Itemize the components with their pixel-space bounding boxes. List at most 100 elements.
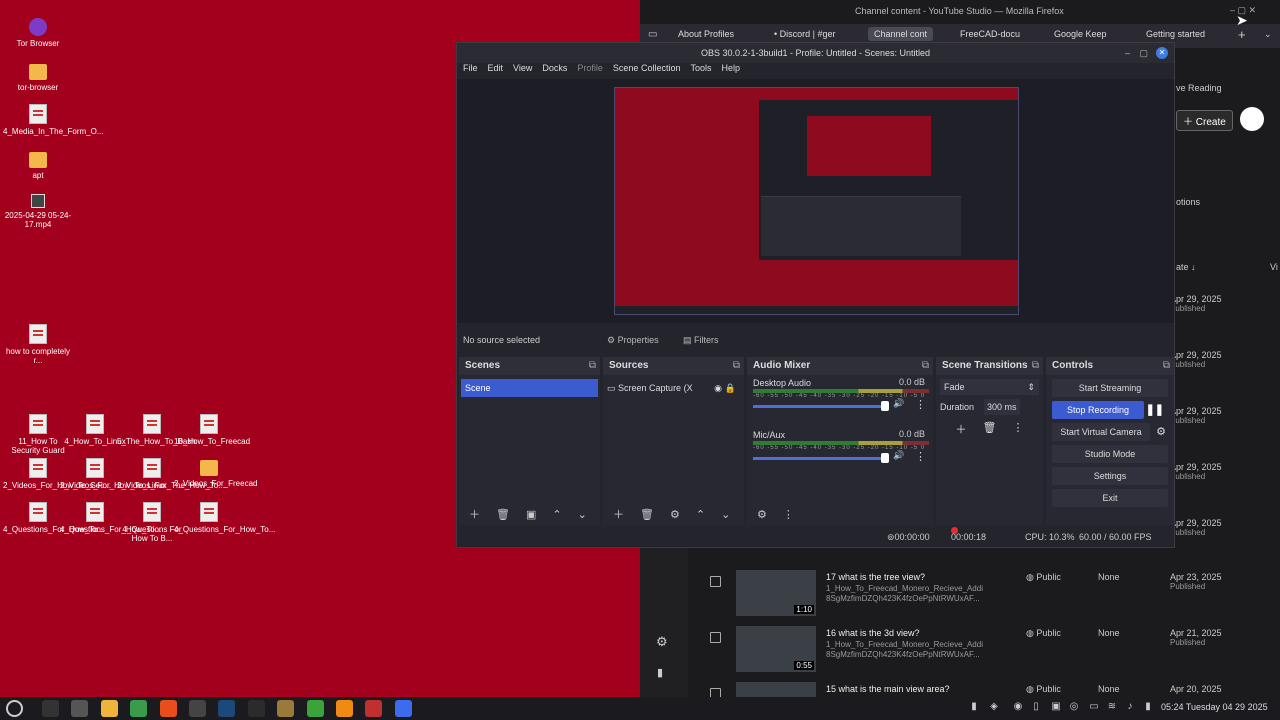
desktop-icon[interactable]: tor-browser bbox=[3, 62, 73, 92]
row-checkbox[interactable] bbox=[710, 632, 721, 643]
volume-slider[interactable] bbox=[753, 405, 887, 408]
scene-filters-icon[interactable]: ▣ bbox=[526, 508, 536, 521]
taskbar-brave-icon[interactable] bbox=[159, 700, 177, 717]
volume-slider[interactable] bbox=[753, 457, 887, 460]
sort-date-label[interactable]: ate ↓ bbox=[1176, 262, 1196, 272]
move-down-icon[interactable]: ⌄ bbox=[578, 508, 587, 521]
channel-menu-icon[interactable]: ⋮ bbox=[915, 398, 926, 411]
move-down-icon[interactable]: ⌄ bbox=[721, 508, 730, 521]
video-title[interactable]: 17 what is the tree view? bbox=[826, 572, 925, 582]
video-visibility[interactable]: ◍ Public bbox=[1026, 572, 1061, 583]
studio-avatar-icon[interactable] bbox=[1240, 107, 1264, 131]
desktop-icon[interactable]: 4_Media_In_The_Form_O... bbox=[3, 104, 104, 136]
tray-trash-icon[interactable]: ▮ bbox=[968, 701, 980, 713]
tab-list-icon[interactable]: ▭ bbox=[648, 29, 657, 40]
taskbar-clock[interactable]: 05:24 Tuesday 04 29 2025 bbox=[1161, 702, 1268, 712]
tab-google-keep[interactable]: Google Keep bbox=[1054, 29, 1107, 39]
volume-slider-knob[interactable] bbox=[881, 401, 889, 411]
dock-popout-icon[interactable]: ⧉ bbox=[922, 357, 929, 375]
video-visibility[interactable]: ◍ Public bbox=[1026, 628, 1061, 639]
dock-popout-icon[interactable]: ⧉ bbox=[1163, 357, 1170, 375]
tray-obs-icon[interactable]: ◉ bbox=[1012, 701, 1024, 713]
remove-transition-icon[interactable]: 🗑 bbox=[983, 421, 997, 437]
taskbar-terminal-icon[interactable] bbox=[42, 700, 59, 717]
source-properties-icon[interactable]: ⚙ bbox=[670, 508, 680, 521]
dock-popout-icon[interactable]: ⧉ bbox=[589, 357, 596, 375]
settings-gear-icon[interactable]: ⚙ bbox=[656, 634, 668, 650]
taskbar-obs-icon[interactable] bbox=[189, 700, 206, 717]
tab-dropdown-icon[interactable]: ⌄ bbox=[1264, 29, 1272, 40]
lock-icon[interactable]: 🔒 bbox=[725, 379, 736, 397]
channel-menu-icon[interactable]: ⋮ bbox=[915, 450, 926, 463]
video-visibility[interactable]: ◍ Public bbox=[1026, 684, 1061, 695]
tray-window-icon[interactable]: ▣ bbox=[1050, 701, 1062, 713]
tray-steam-icon[interactable]: ◎ bbox=[1068, 701, 1080, 713]
stop-recording-button[interactable]: Stop Recording bbox=[1052, 401, 1144, 419]
menu-tools[interactable]: Tools bbox=[690, 63, 711, 79]
speaker-icon[interactable]: 🔊 bbox=[893, 450, 904, 461]
remove-scene-icon[interactable]: 🗑 bbox=[496, 508, 510, 521]
dock-popout-icon[interactable]: ⧉ bbox=[1032, 357, 1039, 375]
dock-popout-icon[interactable]: ⧉ bbox=[733, 357, 740, 375]
studio-mode-button[interactable]: Studio Mode bbox=[1052, 445, 1168, 463]
tray-battery-icon[interactable]: ▮ bbox=[1142, 701, 1154, 713]
scene-item[interactable]: Scene bbox=[461, 379, 598, 397]
add-scene-icon[interactable]: ＋ bbox=[469, 506, 480, 522]
advanced-audio-icon[interactable]: ⚙ bbox=[757, 508, 767, 521]
desktop-icon[interactable]: 4_Questions_For_How_To... bbox=[174, 502, 275, 534]
tab-channel-content[interactable]: Channel cont bbox=[868, 27, 934, 41]
speaker-icon[interactable]: 🔊 bbox=[893, 398, 904, 409]
menu-scene-collection[interactable]: Scene Collection bbox=[613, 63, 681, 79]
feedback-icon[interactable]: ▮ bbox=[657, 666, 663, 679]
row-checkbox[interactable] bbox=[710, 576, 721, 587]
menu-view[interactable]: View bbox=[513, 63, 532, 79]
start-menu-icon[interactable] bbox=[6, 700, 23, 717]
menu-help[interactable]: Help bbox=[721, 63, 740, 79]
video-row[interactable]: 0:55 16 what is the 3d view? 1_How_To_Free… bbox=[688, 626, 1280, 688]
virtual-camera-button[interactable]: Start Virtual Camera bbox=[1052, 423, 1150, 441]
exit-button[interactable]: Exit bbox=[1052, 489, 1168, 507]
transition-select[interactable]: Fade ⇕ bbox=[940, 379, 1039, 395]
create-button[interactable]: ＋ Create bbox=[1176, 110, 1233, 131]
duration-input[interactable]: 300 ms bbox=[984, 399, 1020, 415]
desktop-icon[interactable]: 10_How_To_Freecad bbox=[174, 414, 250, 446]
start-streaming-button[interactable]: Start Streaming bbox=[1052, 379, 1168, 397]
minimize-icon[interactable]: – bbox=[1125, 43, 1130, 63]
taskbar-app-blue-icon[interactable] bbox=[394, 700, 412, 717]
video-title[interactable]: 16 what is the 3d view? bbox=[826, 628, 920, 638]
menu-profile[interactable]: Profile bbox=[577, 63, 603, 79]
taskbar-terminal2-icon[interactable] bbox=[247, 700, 265, 717]
taskbar-steam-icon[interactable] bbox=[218, 700, 236, 717]
desktop-icon[interactable]: Tor Browser bbox=[3, 18, 73, 48]
visibility-eye-icon[interactable]: ◉ bbox=[714, 379, 722, 397]
virtual-camera-settings-icon[interactable]: ⚙ bbox=[1156, 425, 1166, 438]
add-transition-icon[interactable]: ＋ bbox=[956, 421, 967, 437]
tray-display-icon[interactable]: ▭ bbox=[1088, 701, 1100, 713]
tab-about-profiles[interactable]: About Profiles bbox=[678, 29, 734, 39]
menu-edit[interactable]: Edit bbox=[488, 63, 504, 79]
add-source-icon[interactable]: ＋ bbox=[613, 506, 624, 522]
taskbar-vlc-icon[interactable] bbox=[336, 700, 353, 717]
new-tab-icon[interactable]: + bbox=[1238, 27, 1246, 42]
desktop-icon[interactable]: how to completely r... bbox=[3, 324, 73, 365]
menu-file[interactable]: File bbox=[463, 63, 478, 79]
tab-getting-started[interactable]: Getting started bbox=[1146, 29, 1205, 39]
settings-button[interactable]: Settings bbox=[1052, 467, 1168, 485]
preview-area[interactable] bbox=[457, 79, 1174, 323]
tray-volume-icon[interactable]: ♪ bbox=[1124, 701, 1136, 713]
maximize-icon[interactable]: ▢ bbox=[1139, 43, 1148, 63]
desktop-icon[interactable]: 2_Videos_For_Freecad bbox=[174, 458, 257, 488]
filters-button[interactable]: ▤ Filters bbox=[683, 329, 719, 351]
taskbar-settings-icon[interactable] bbox=[71, 700, 89, 717]
menu-docks[interactable]: Docks bbox=[542, 63, 567, 79]
taskbar-app-red-icon[interactable] bbox=[365, 700, 383, 717]
mixer-menu-icon[interactable]: ⋮ bbox=[783, 508, 794, 521]
taskbar-app-green-icon[interactable] bbox=[306, 700, 324, 717]
video-thumbnail[interactable]: 1:10 bbox=[736, 570, 816, 616]
close-icon[interactable]: ✕ bbox=[1156, 47, 1168, 59]
tray-network-icon[interactable]: ◈ bbox=[988, 701, 1000, 713]
obs-window[interactable]: OBS 30.0.2-1-3build1 - Profile: Untitled… bbox=[456, 42, 1175, 548]
source-item[interactable]: ▭ Screen Capture (X ◉ 🔒 bbox=[607, 379, 740, 397]
remove-source-icon[interactable]: 🗑 bbox=[640, 508, 654, 521]
tab-freecad[interactable]: FreeCAD-docu bbox=[960, 29, 1020, 39]
